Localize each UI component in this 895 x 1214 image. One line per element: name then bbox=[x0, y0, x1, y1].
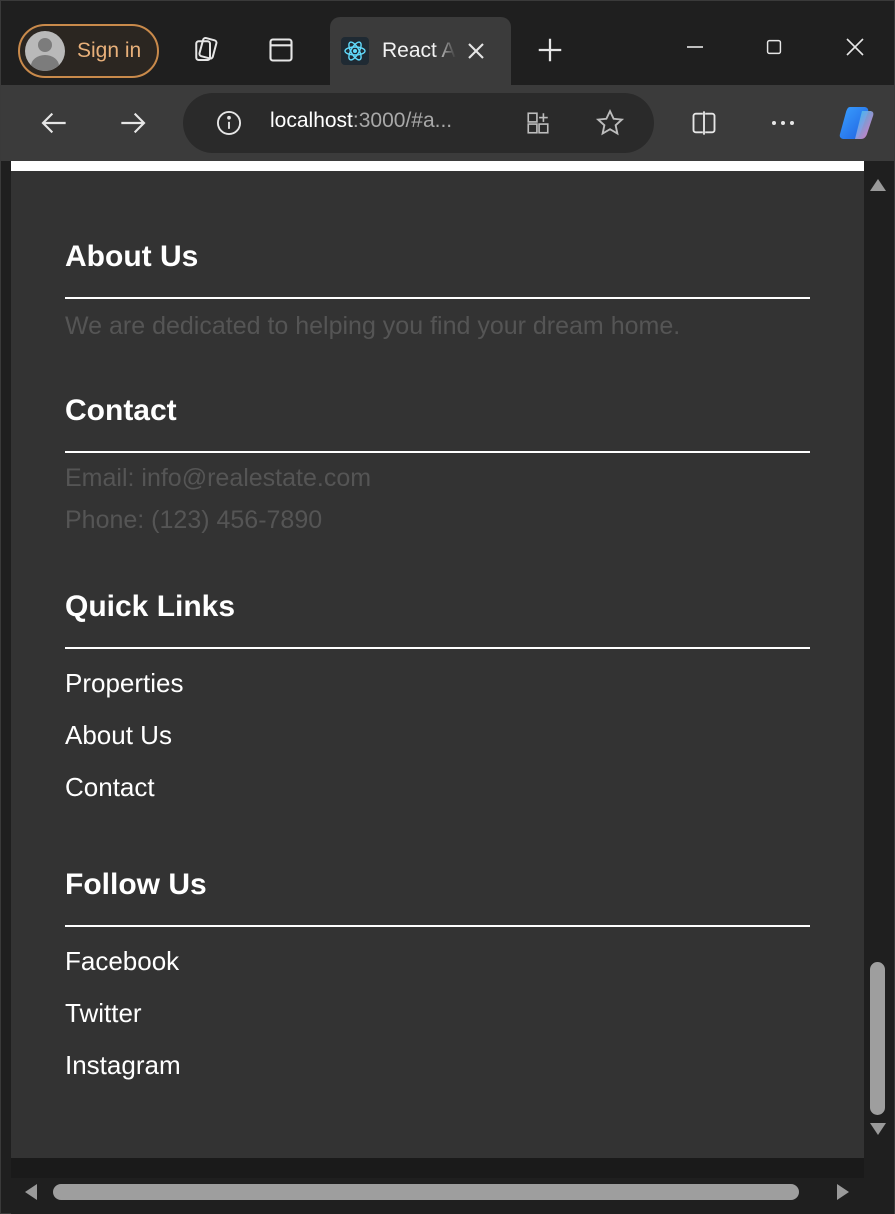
follow-us-heading: Follow Us bbox=[65, 868, 207, 901]
contact-phone: Phone: (123) 456-7890 bbox=[65, 506, 323, 534]
arrow-left-icon[interactable] bbox=[35, 103, 75, 143]
page-top-edge bbox=[11, 161, 864, 171]
apps-icon[interactable] bbox=[522, 107, 554, 139]
scroll-left-arrow-icon[interactable] bbox=[25, 1184, 37, 1200]
minimize-icon[interactable] bbox=[677, 29, 713, 65]
avatar bbox=[25, 31, 65, 71]
tab-title: React App bbox=[382, 39, 456, 62]
url-path: :3000/#a... bbox=[352, 109, 453, 132]
section-divider bbox=[65, 925, 810, 927]
contact-section: Contact Email: info@realestate.com Phone… bbox=[65, 393, 810, 541]
section-divider bbox=[65, 451, 810, 453]
info-icon[interactable] bbox=[213, 107, 245, 139]
section-divider bbox=[65, 297, 810, 299]
address-bar[interactable]: localhost:3000/#a... bbox=[183, 93, 654, 153]
link-instagram[interactable]: Instagram bbox=[65, 1039, 810, 1091]
scrollbar-gutter bbox=[11, 1158, 864, 1178]
link-twitter[interactable]: Twitter bbox=[65, 987, 810, 1039]
maximize-icon[interactable] bbox=[756, 29, 792, 65]
sign-in-label: Sign in bbox=[77, 39, 142, 62]
vertical-scroll-thumb[interactable] bbox=[870, 962, 885, 1115]
social-links-list: Facebook Twitter Instagram bbox=[65, 935, 810, 1091]
horizontal-scroll-thumb[interactable] bbox=[53, 1184, 799, 1200]
follow-us-section: Follow Us Facebook Twitter Instagram bbox=[65, 867, 810, 1091]
vertical-scrollbar[interactable] bbox=[864, 161, 894, 1158]
link-properties[interactable]: Properties bbox=[65, 657, 810, 709]
close-window-icon[interactable] bbox=[837, 29, 873, 65]
tab-react-app[interactable]: React App bbox=[330, 17, 511, 85]
scroll-right-arrow-icon[interactable] bbox=[837, 1184, 849, 1200]
contact-email: Email: info@realestate.com bbox=[65, 464, 372, 492]
react-logo-icon bbox=[341, 37, 369, 65]
scroll-down-arrow-icon[interactable] bbox=[870, 1123, 886, 1135]
star-icon[interactable] bbox=[592, 105, 628, 141]
quick-links-list: Properties About Us Contact bbox=[65, 657, 810, 813]
title-bar: Sign in React A bbox=[1, 1, 894, 85]
url-text[interactable]: localhost:3000/#a... bbox=[270, 109, 452, 133]
link-facebook[interactable]: Facebook bbox=[65, 935, 810, 987]
about-text: We are dedicated to helping you find you… bbox=[65, 312, 681, 340]
quick-links-heading: Quick Links bbox=[65, 590, 236, 623]
sign-in-button[interactable]: Sign in bbox=[18, 24, 159, 78]
quick-links-section: Quick Links Properties About Us Contact bbox=[65, 589, 810, 813]
split-screen-icon[interactable] bbox=[686, 105, 722, 141]
url-host: localhost bbox=[270, 109, 353, 132]
tab-actions-icon[interactable] bbox=[263, 32, 299, 68]
arrow-right-icon[interactable] bbox=[112, 103, 152, 143]
link-about-us[interactable]: About Us bbox=[65, 709, 810, 761]
about-heading: About Us bbox=[65, 240, 199, 273]
close-icon[interactable] bbox=[462, 37, 490, 65]
scroll-up-arrow-icon[interactable] bbox=[870, 179, 886, 191]
horizontal-scrollbar[interactable] bbox=[11, 1158, 864, 1214]
scrollbar-corner bbox=[864, 1158, 894, 1214]
plus-icon[interactable] bbox=[532, 32, 568, 68]
copilot-icon[interactable] bbox=[836, 101, 880, 145]
about-section: About Us We are dedicated to helping you… bbox=[65, 239, 810, 347]
link-contact[interactable]: Contact bbox=[65, 761, 810, 813]
browser-window: Sign in React A localhost:3000/#a... Abo… bbox=[0, 0, 895, 1214]
section-divider bbox=[65, 647, 810, 649]
collections-icon[interactable] bbox=[187, 32, 223, 68]
page-viewport[interactable]: About Us We are dedicated to helping you… bbox=[11, 161, 864, 1158]
more-icon[interactable] bbox=[765, 105, 801, 141]
browser-toolbar: localhost:3000/#a... bbox=[1, 85, 894, 161]
contact-heading: Contact bbox=[65, 394, 177, 427]
